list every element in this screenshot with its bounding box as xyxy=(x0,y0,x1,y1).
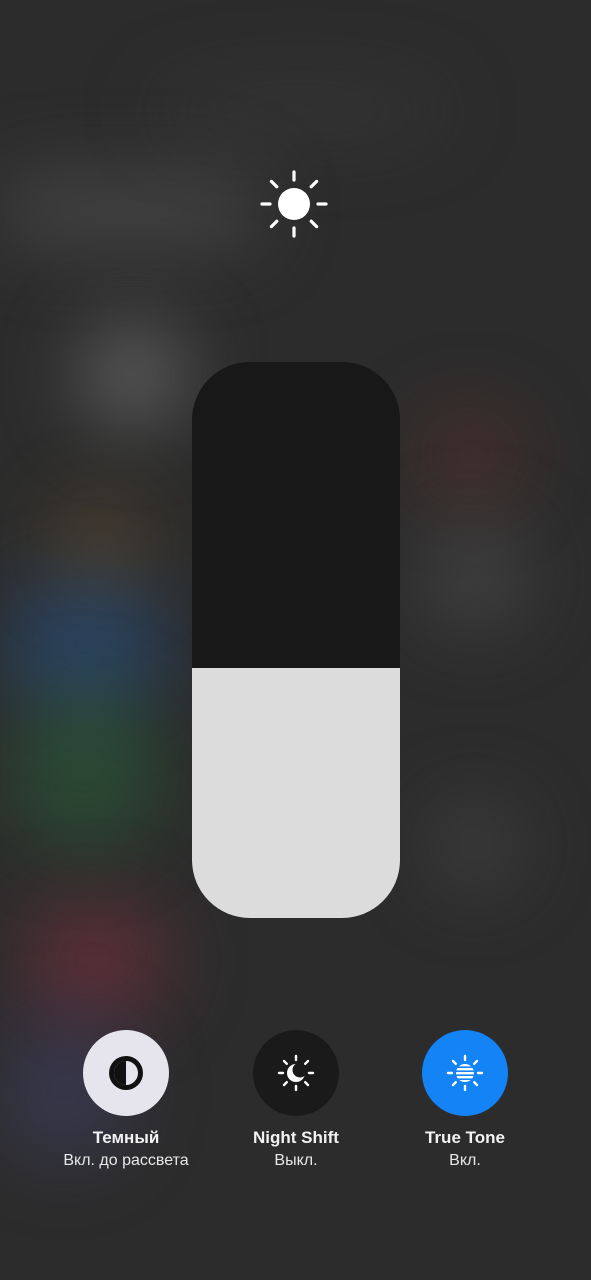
dark-mode-title: Темный xyxy=(92,1128,160,1147)
true-tone-button[interactable] xyxy=(422,1030,508,1116)
brightness-slider-fill xyxy=(192,667,400,918)
night-shift-icon xyxy=(277,1054,315,1092)
true-tone-control: True Tone Вкл. xyxy=(375,1030,555,1171)
brightness-slider[interactable] xyxy=(192,362,400,918)
night-shift-status: Выкл. xyxy=(274,1152,318,1169)
night-shift-title: Night Shift xyxy=(253,1128,339,1147)
true-tone-title: True Tone xyxy=(425,1128,505,1147)
dark-mode-button[interactable] xyxy=(83,1030,169,1116)
display-controls: Темный Вкл. до рассвета Night Shift Выкл… xyxy=(0,1030,591,1180)
dark-mode-status: Вкл. до рассвета xyxy=(63,1152,189,1169)
dark-mode-control: Темный Вкл. до рассвета xyxy=(36,1030,216,1171)
sun-icon xyxy=(258,168,330,240)
night-shift-button[interactable] xyxy=(253,1030,339,1116)
night-shift-control: Night Shift Выкл. xyxy=(206,1030,386,1171)
true-tone-icon xyxy=(446,1054,484,1092)
true-tone-status: Вкл. xyxy=(449,1152,481,1169)
dark-mode-icon xyxy=(109,1056,143,1090)
